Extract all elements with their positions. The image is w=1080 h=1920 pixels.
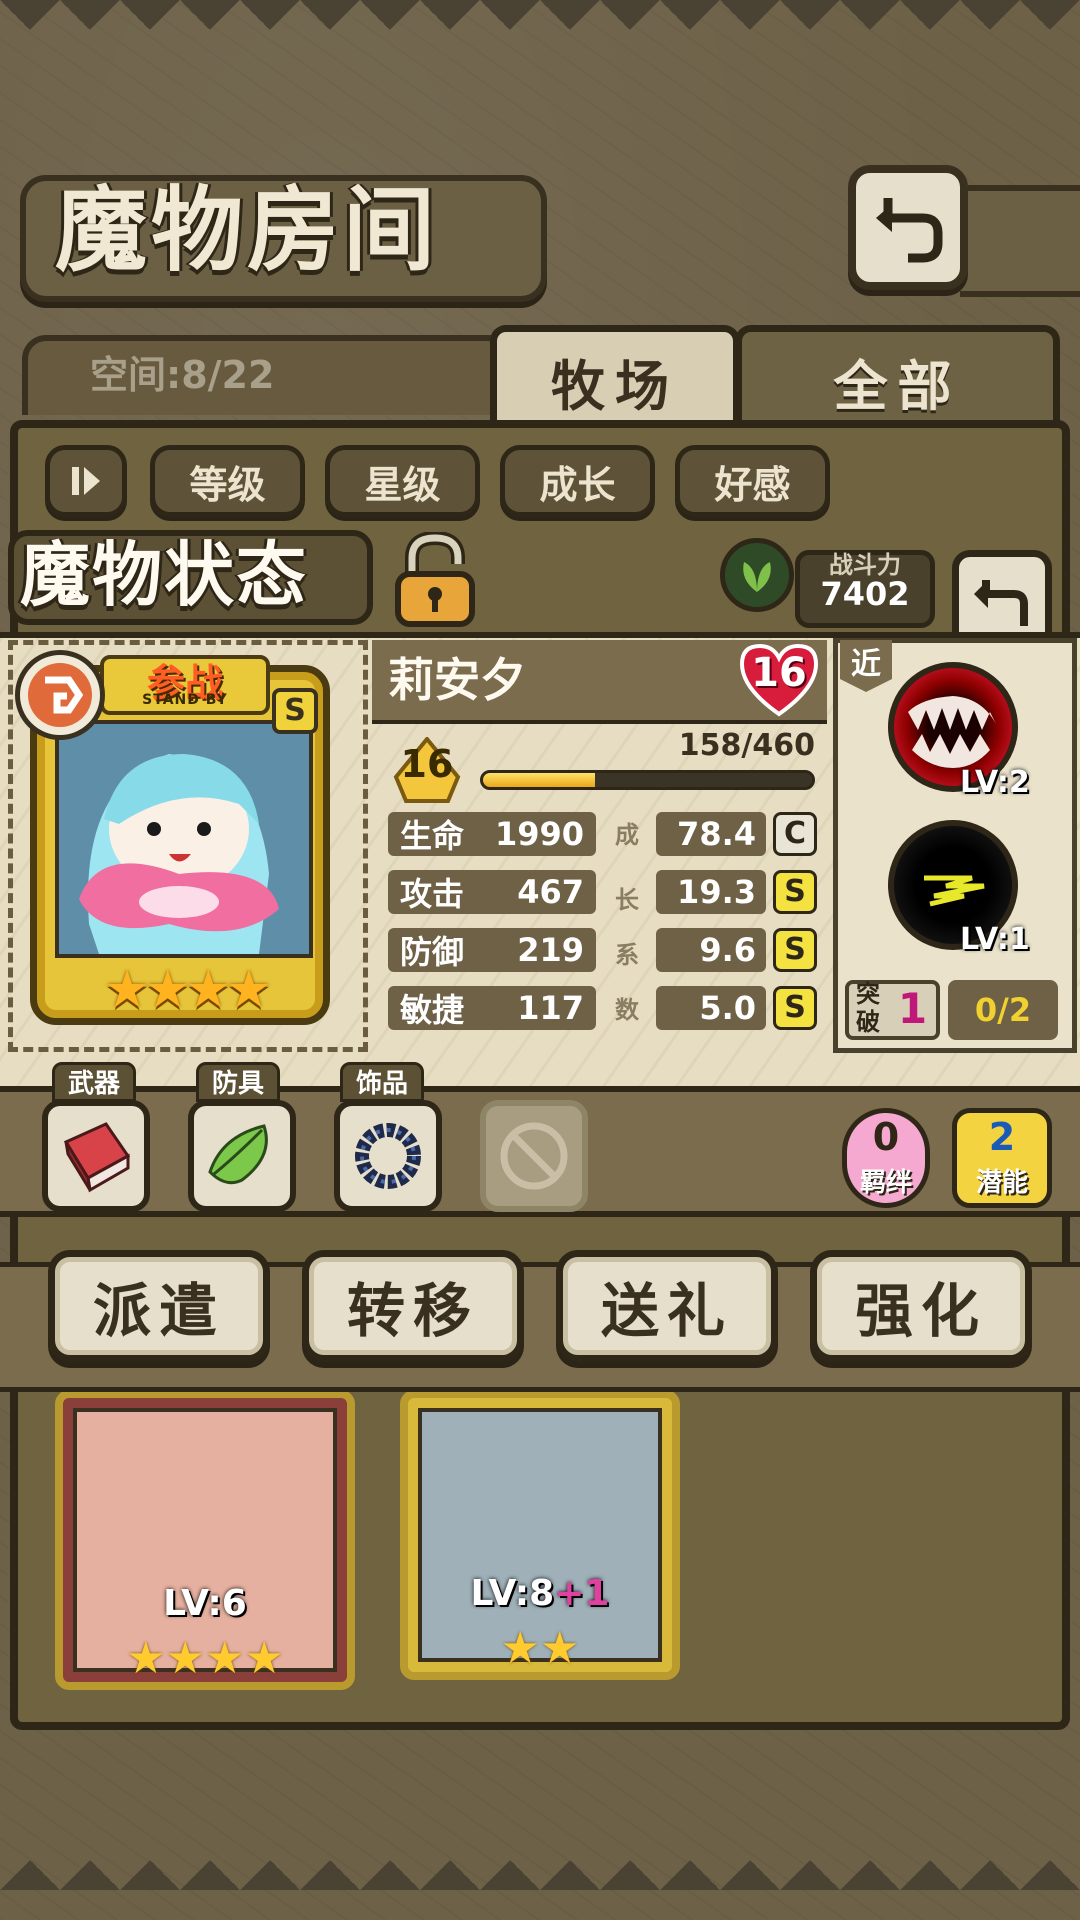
break-progress: 0/2 — [948, 980, 1058, 1040]
star-rating: ★★★★ — [103, 960, 272, 1020]
level-value: 16 — [400, 742, 454, 786]
growth-caption-char: 系 — [615, 941, 639, 969]
exp-bar — [480, 770, 815, 790]
weapon-label: 武器 — [52, 1062, 136, 1102]
bottom-border — [0, 1830, 1080, 1890]
monster-card-level-bonus: +1 — [554, 1573, 610, 1614]
monster-name: 莉安夕 — [388, 653, 526, 707]
growth-value: 9.6 — [656, 928, 766, 972]
monster-card-level: LV:8+1 — [408, 1573, 672, 1614]
break-value: 1 — [897, 984, 928, 1033]
sort-growth-button[interactable]: 成长 — [500, 445, 655, 517]
monster-portrait — [55, 720, 313, 958]
tab-ranch[interactable]: 牧场 — [490, 325, 740, 430]
potential-button[interactable]: 2 潜能 — [952, 1108, 1052, 1208]
prohibited-icon — [500, 1122, 568, 1190]
tab-all[interactable]: 全部 — [735, 325, 1060, 430]
sort-row: 等级 星级 成长 好感 — [45, 445, 845, 520]
return-arrow-icon — [876, 197, 943, 262]
growth-value: 78.4 — [656, 812, 766, 856]
growth-grade: S — [773, 870, 817, 914]
leaf-armor-icon — [208, 1124, 268, 1185]
page-title: 魔物房间 — [55, 176, 440, 284]
bond-value: 0 — [872, 1115, 900, 1159]
stat-box: 敏捷 117 — [388, 986, 596, 1030]
stat-box: 生命 1990 — [388, 812, 596, 856]
growth-grade: S — [773, 986, 817, 1030]
stat-row-attack: 攻击 467 19.3 S — [388, 870, 818, 914]
growth-value: 5.0 — [656, 986, 766, 1030]
sort-affection-button[interactable]: 好感 — [675, 445, 830, 517]
padlock-icon — [395, 532, 475, 627]
stat-label: 敏捷 — [400, 991, 465, 1029]
monster-card-stars: ★★★★ — [126, 1633, 284, 1684]
stat-box: 攻击 467 — [388, 870, 596, 914]
monster-card[interactable]: LV:6 ★★★★ — [55, 1390, 355, 1690]
space-counter: 空间:8/22 — [90, 353, 275, 397]
stat-label: 防御 — [400, 933, 465, 971]
locked-slot — [480, 1100, 588, 1212]
bond-button[interactable]: 0 羁绊 — [842, 1108, 930, 1208]
sort-toggle-icon — [72, 467, 100, 495]
exp-bar-fill — [483, 773, 595, 787]
armor-label: 防具 — [196, 1062, 280, 1102]
weapon-slot[interactable] — [42, 1100, 150, 1212]
exp-text: 158/460 — [678, 728, 815, 763]
standby-sublabel: STAND BY — [142, 692, 228, 708]
monster-card-level: LV:6 — [163, 1583, 247, 1624]
status-title: 魔物状态 — [20, 533, 308, 616]
stat-value: 467 — [517, 873, 584, 911]
brick-weapon-icon — [63, 1122, 131, 1193]
bond-label: 羁绊 — [859, 1168, 912, 1198]
stat-row-agility: 敏捷 117 5.0 S — [388, 986, 818, 1030]
stat-value: 1990 — [494, 815, 584, 853]
growth-grade: S — [773, 928, 817, 972]
element-leaf-icon — [720, 538, 794, 612]
stat-row-defense: 防御 219 9.6 S — [388, 928, 818, 972]
bead-bracelet-icon — [355, 1123, 421, 1189]
stat-row-hp: 生命 1990 78.4 C — [388, 812, 818, 856]
stat-value: 117 — [517, 989, 584, 1027]
skill-level: LV:1 — [960, 922, 1030, 957]
attribute-badge — [15, 650, 105, 740]
back-button-extension — [960, 185, 1080, 297]
dispatch-button[interactable]: 派遣 — [48, 1250, 270, 1362]
rank-badge: S — [272, 688, 318, 734]
stat-box: 防御 219 — [388, 928, 596, 972]
combat-power-value: 7402 — [820, 575, 910, 613]
affection-value: 16 — [751, 650, 807, 696]
break-label: 突破 — [856, 980, 880, 1036]
growth-grade: C — [773, 812, 817, 856]
growth-caption-char: 成 — [615, 821, 639, 849]
enhance-button[interactable]: 强化 — [810, 1250, 1032, 1362]
sort-level-button[interactable]: 等级 — [150, 445, 305, 517]
skill-level: LV:2 — [960, 765, 1030, 800]
monster-card[interactable]: LV:8+1 ★★ — [400, 1390, 680, 1680]
sort-star-button[interactable]: 星级 — [325, 445, 480, 517]
accessory-slot[interactable] — [334, 1100, 442, 1212]
return-arrow-icon — [974, 580, 1028, 626]
growth-caption-char: 长 — [615, 886, 639, 914]
monster-card-level-value: LV:8 — [470, 1573, 555, 1614]
gift-button[interactable]: 送礼 — [556, 1250, 778, 1362]
stat-label: 攻击 — [400, 875, 465, 913]
lock-button[interactable] — [385, 530, 485, 630]
armor-slot[interactable] — [188, 1100, 296, 1212]
attribute-icon — [28, 663, 92, 727]
stat-value: 219 — [517, 931, 584, 969]
accessory-label: 饰品 — [340, 1062, 424, 1102]
potential-value: 2 — [988, 1115, 1016, 1159]
transfer-button[interactable]: 转移 — [302, 1250, 524, 1362]
growth-caption-char: 数 — [615, 996, 639, 1024]
back-button[interactable] — [848, 165, 968, 290]
top-border — [0, 0, 1080, 60]
stat-label: 生命 — [400, 817, 465, 855]
growth-value: 19.3 — [656, 870, 766, 914]
potential-label: 潜能 — [975, 1168, 1028, 1198]
monster-card-stars: ★★ — [500, 1623, 580, 1674]
sort-order-toggle[interactable] — [45, 445, 127, 517]
